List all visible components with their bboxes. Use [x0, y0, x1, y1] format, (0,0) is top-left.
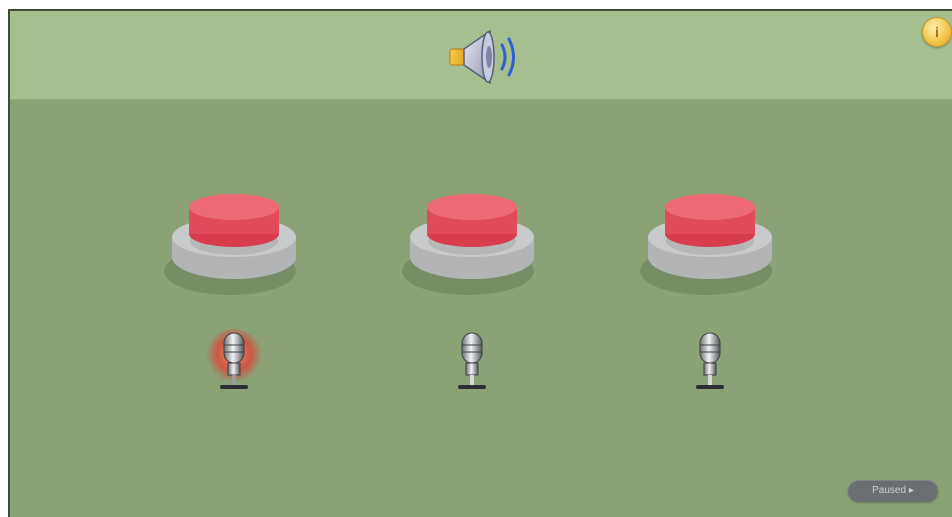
- speaker-icon[interactable]: [444, 25, 526, 87]
- red-buzzer-button-icon[interactable]: [402, 189, 542, 309]
- info-icon[interactable]: i: [922, 17, 952, 47]
- buzzer-slot-3: [640, 189, 780, 409]
- microphone-icon[interactable]: [682, 325, 738, 397]
- microphone-icon[interactable]: [206, 325, 262, 397]
- status-button[interactable]: Paused ▸: [848, 480, 938, 502]
- top-bar: i: [10, 11, 952, 100]
- buzzer-slot-2: [402, 189, 542, 409]
- app-window: i Paused ▸: [8, 9, 952, 517]
- red-buzzer-button-icon[interactable]: [640, 189, 780, 309]
- microphone-icon[interactable]: [444, 325, 500, 397]
- buzzer-slot-1: [164, 189, 304, 409]
- red-buzzer-button-icon[interactable]: [164, 189, 304, 309]
